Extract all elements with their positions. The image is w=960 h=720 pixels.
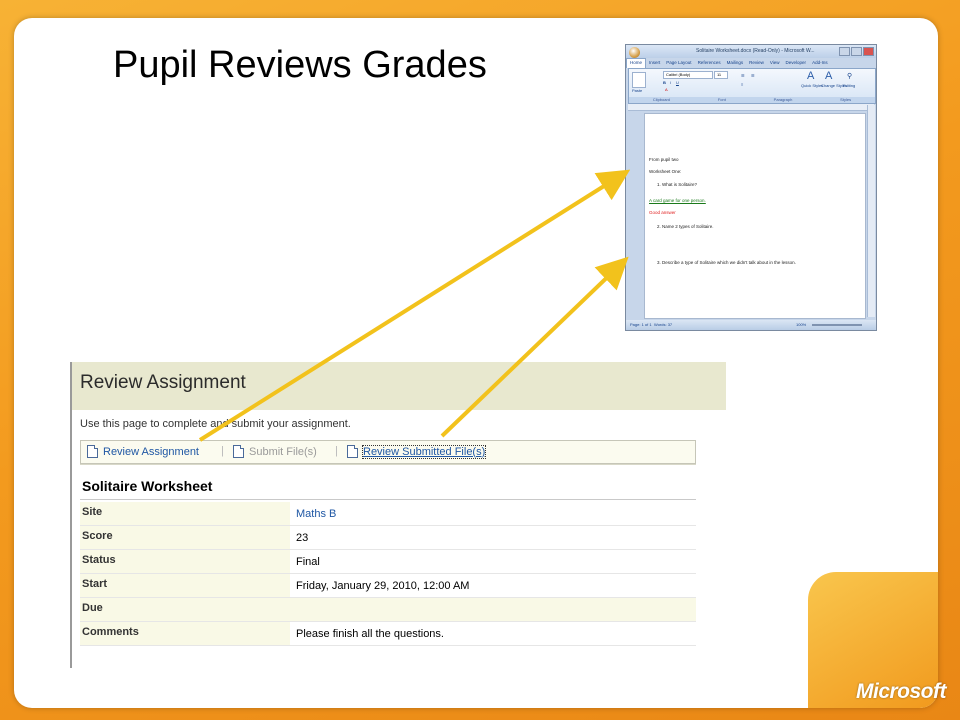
site-link[interactable]: Maths B (290, 502, 696, 526)
document-icon (233, 445, 244, 458)
row-label: Start (80, 573, 290, 598)
table-row: Comments Please finish all the questions… (80, 621, 696, 646)
table-row: Start Friday, January 29, 2010, 12:00 AM (80, 573, 696, 598)
bold-icon[interactable]: B (663, 80, 666, 85)
doc-line: 2. Name 2 types of Solitaire. (657, 224, 714, 229)
vertical-scrollbar[interactable] (867, 105, 875, 317)
document-page[interactable]: From pupil two Worksheet One: 1. What is… (644, 113, 866, 319)
submit-files-button[interactable]: Submit File(s) (233, 445, 317, 458)
tab-home[interactable]: Home (626, 58, 647, 68)
font-color-icon[interactable]: A (665, 87, 668, 92)
table-row: Site Maths B (80, 502, 696, 526)
align-icon[interactable]: ≡ (741, 82, 743, 87)
font-size-select[interactable]: 11 (714, 71, 728, 79)
quick-styles-button[interactable]: Quick Styles (801, 83, 823, 88)
window-controls (839, 47, 874, 56)
tab-review[interactable]: Review (746, 58, 767, 68)
document-icon (87, 445, 98, 458)
tab-insert[interactable]: Insert (646, 58, 663, 68)
row-label: Status (80, 549, 290, 574)
doc-line: Worksheet One: (649, 169, 682, 174)
group-label-clipboard: Clipboard (652, 97, 671, 102)
table-row: Status Final (80, 549, 696, 574)
row-label: Due (80, 597, 290, 622)
tab-mailings[interactable]: Mailings (724, 58, 747, 68)
tab-add-ins[interactable]: Add-Ins (809, 58, 831, 68)
zoom-level[interactable]: 100% (796, 320, 806, 330)
assignment-title-row: Solitaire Worksheet (80, 472, 696, 500)
find-icon[interactable]: ⚲ (847, 72, 852, 80)
underline-icon[interactable]: U (676, 80, 679, 85)
assignment-title: Solitaire Worksheet (82, 478, 213, 494)
panel-header: Review Assignment (72, 362, 726, 410)
status-bar: Page: 1 of 1 Words: 37 100% (626, 320, 876, 330)
font-size-value: 11 (717, 72, 722, 77)
toolbar-separator: | (221, 445, 224, 457)
group-label-paragraph: Paragraph (773, 97, 793, 102)
change-styles-icon[interactable]: A (825, 70, 832, 82)
word-window: Solitaire Worksheet.docx (Read-Only) - M… (625, 44, 877, 331)
review-submitted-files-label: Review Submitted File(s) (361, 444, 487, 459)
submit-files-label: Submit File(s) (249, 445, 317, 458)
start-value: Friday, January 29, 2010, 12:00 AM (290, 573, 696, 598)
status-value: Final (290, 549, 696, 574)
table-row: Score 23 (80, 525, 696, 550)
editing-button[interactable]: Editing (843, 83, 855, 88)
due-value (290, 597, 696, 622)
review-submitted-files-button[interactable]: Review Submitted File(s) (347, 444, 487, 459)
review-assignment-button[interactable]: Review Assignment (87, 445, 199, 458)
review-assignment-label: Review Assignment (103, 445, 199, 458)
doc-comment: Good answer (649, 210, 676, 215)
tab-developer[interactable]: Developer (783, 58, 810, 68)
assignment-details-table: Site Maths B Score 23 Status Final Start… (80, 502, 696, 646)
ribbon-group-labels: Clipboard Font Paragraph Styles (629, 97, 875, 103)
zoom-slider[interactable] (812, 324, 862, 326)
word-window-title: Solitaire Worksheet.docx (Read-Only) - M… (696, 48, 815, 54)
font-name-select[interactable]: Calibri (Body) (663, 71, 713, 79)
close-icon[interactable] (863, 47, 874, 56)
italic-icon[interactable]: I (670, 80, 671, 85)
document-icon (347, 445, 358, 458)
tab-references[interactable]: References (695, 58, 724, 68)
ruler (628, 104, 874, 111)
paste-icon[interactable] (632, 72, 646, 88)
row-label: Comments (80, 621, 290, 646)
slide-title: Pupil Reviews Grades (113, 44, 487, 86)
toolbar-separator: | (335, 445, 338, 457)
doc-line: 1. What is Solitaire? (657, 182, 698, 187)
numbering-icon[interactable]: ☰ (751, 73, 755, 78)
maximize-icon[interactable] (851, 47, 862, 56)
group-label-font: Font (717, 97, 726, 102)
comments-value: Please finish all the questions. (290, 621, 696, 646)
tab-view[interactable]: View (767, 58, 783, 68)
microsoft-logo: Microsoft (856, 680, 947, 703)
office-button-icon[interactable] (629, 47, 640, 58)
page-count: Page: 1 of 1 (630, 322, 652, 327)
ribbon-tabs: Home Insert Page Layout References Maili… (626, 58, 876, 68)
paste-button[interactable]: Paste (632, 88, 642, 93)
row-label: Site (80, 502, 290, 526)
review-assignment-panel: Review Assignment Use this page to compl… (70, 362, 726, 668)
word-count: Words: 37 (654, 322, 673, 327)
intro-text: Use this page to complete and submit you… (80, 418, 351, 430)
group-label-styles: Styles (840, 97, 852, 102)
quick-styles-icon[interactable]: A (807, 70, 814, 82)
row-label: Score (80, 525, 290, 550)
word-title-bar: Solitaire Worksheet.docx (Read-Only) - M… (626, 45, 876, 58)
bullets-icon[interactable]: ☰ (741, 73, 745, 78)
tab-page-layout[interactable]: Page Layout (663, 58, 694, 68)
ribbon: Paste Calibri (Body) 11 B I U A ☰ ☰ ≡ A … (628, 68, 876, 104)
doc-line: A card game for one person. (649, 198, 706, 203)
minimize-icon[interactable] (839, 47, 850, 56)
doc-line: 3. Describe a type of Solitaire which we… (657, 260, 796, 265)
panel-header-title: Review Assignment (80, 372, 246, 393)
assignment-toolbar: Review Assignment | Submit File(s) | Rev… (80, 440, 696, 464)
font-name-value: Calibri (Body) (666, 72, 691, 77)
doc-line: From pupil two (649, 157, 679, 162)
score-value: 23 (290, 525, 696, 550)
table-row: Due (80, 597, 696, 622)
